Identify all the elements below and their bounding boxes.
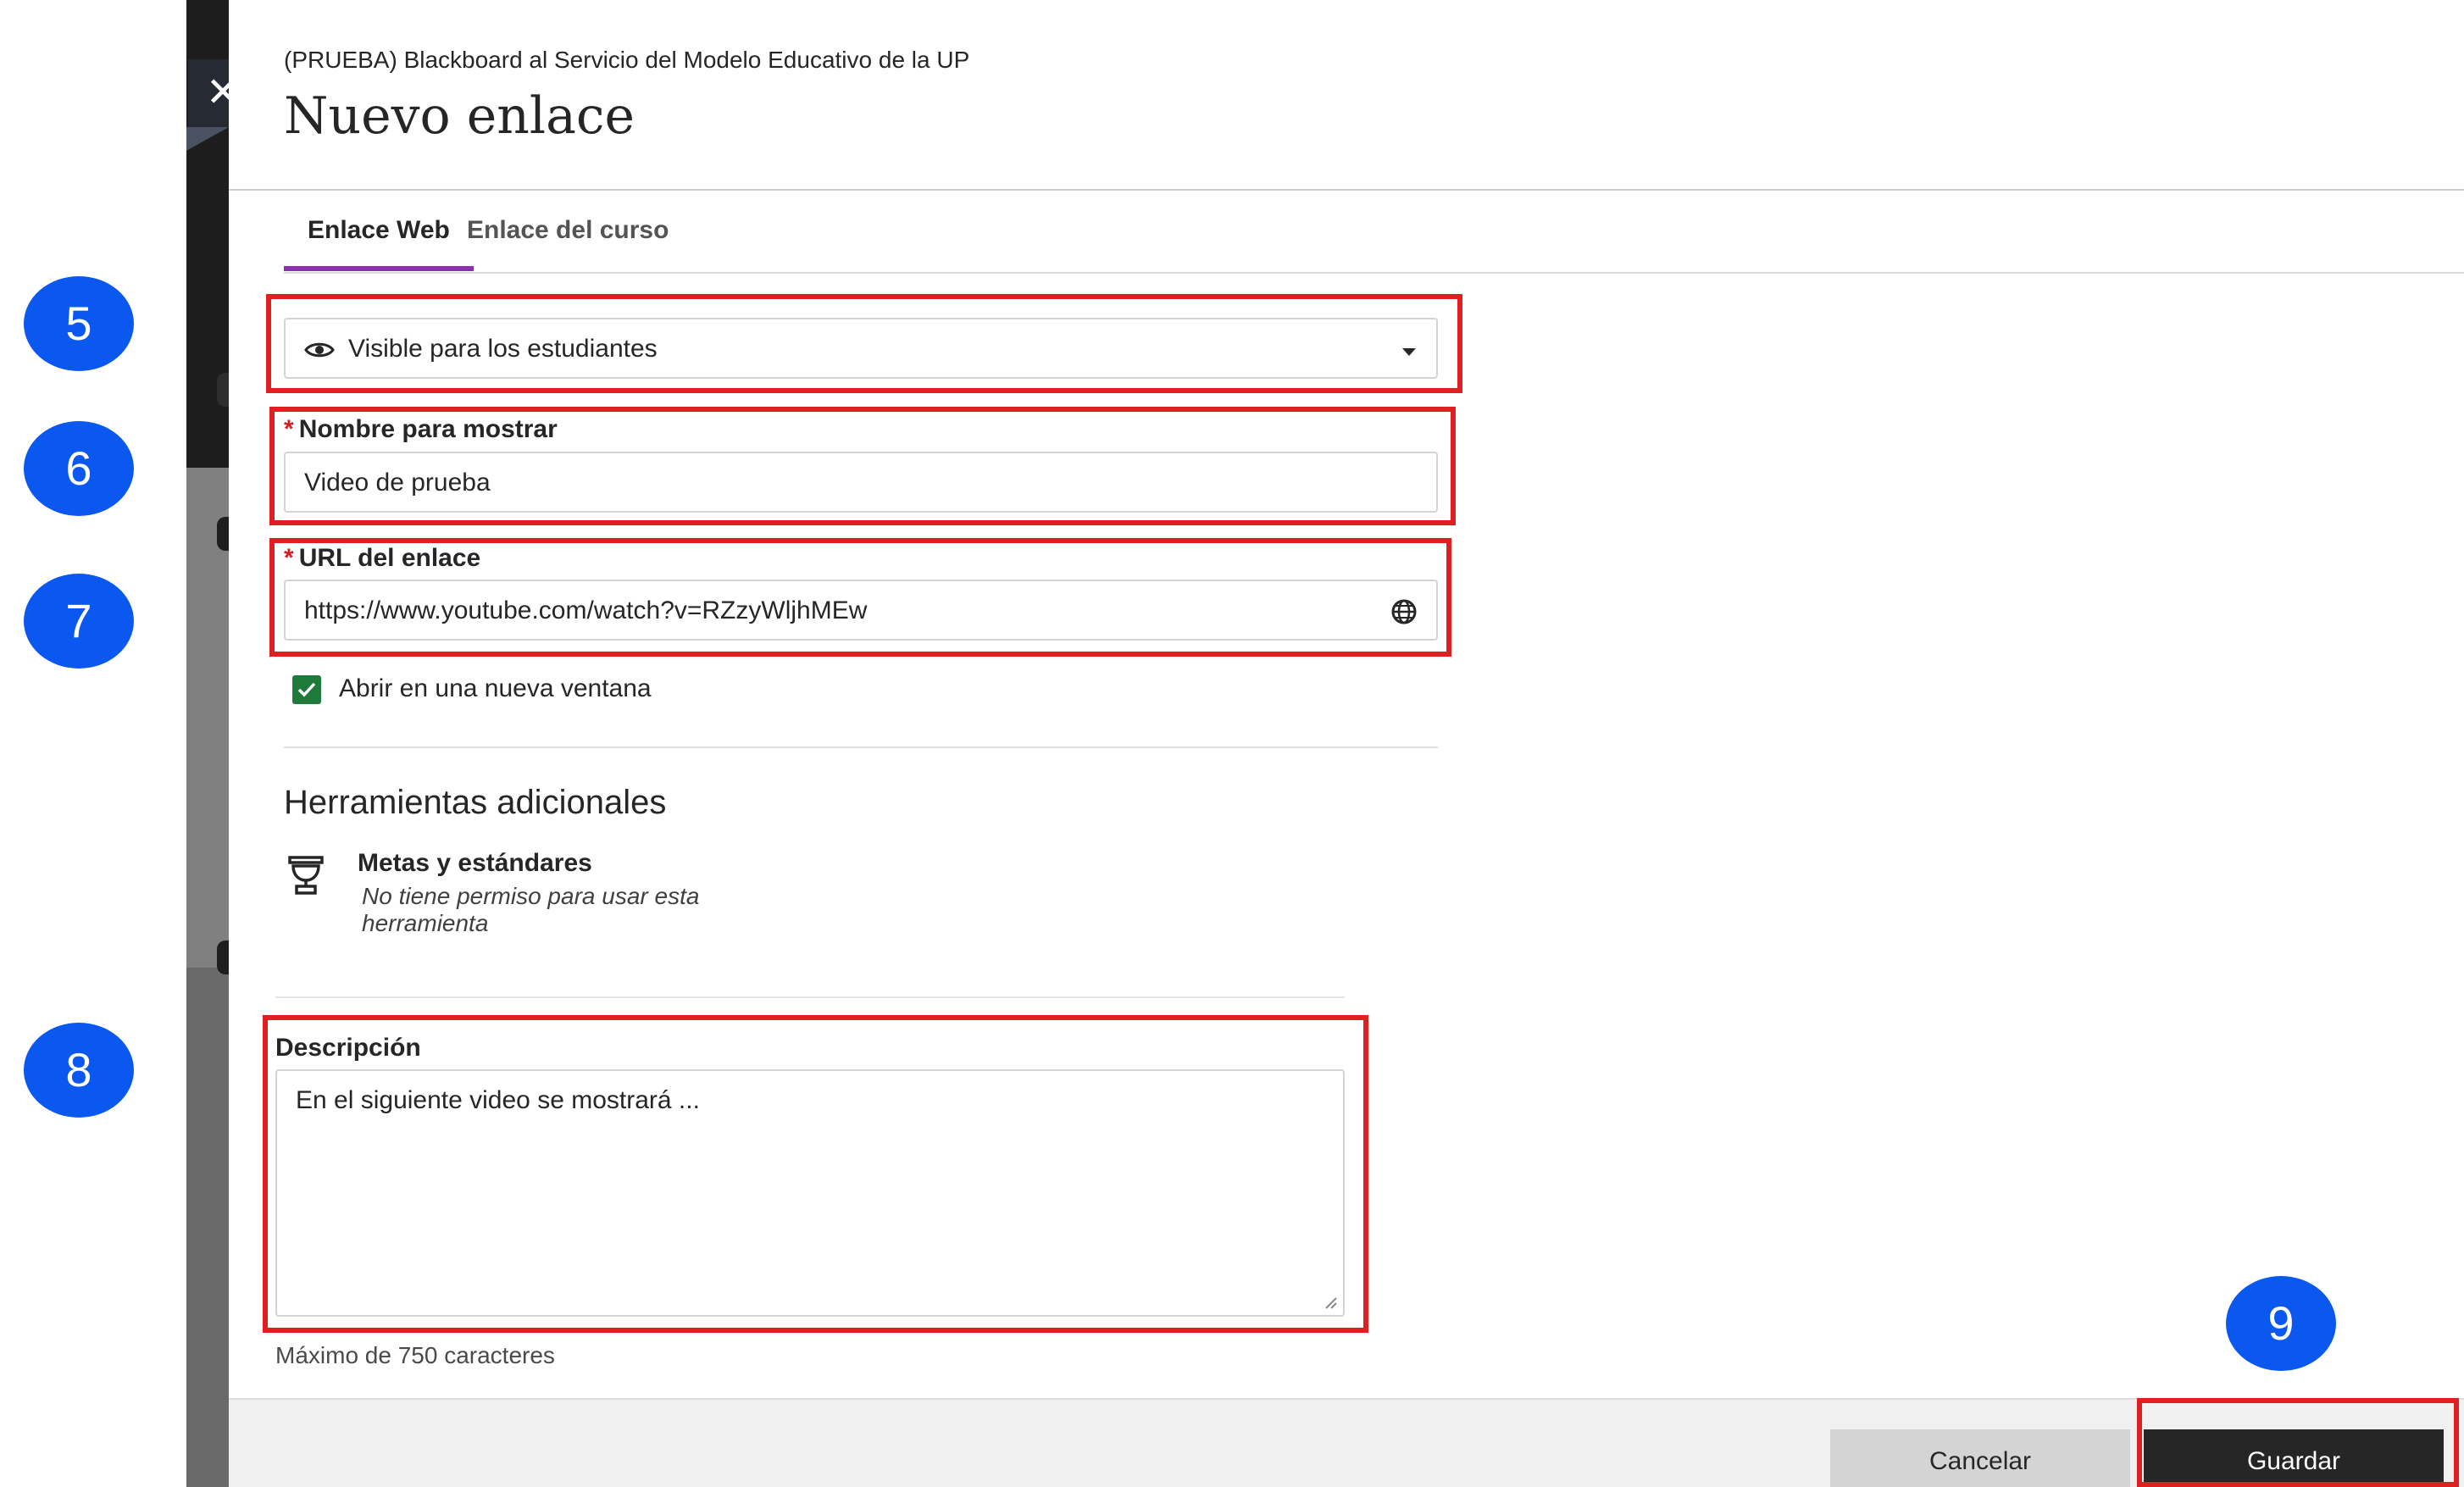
max-characters-hint: Máximo de 750 caracteres [275,1342,555,1368]
course-name: (PRUEBA) Blackboard al Servicio del Mode… [284,47,970,73]
goals-standards-title: Metas y estándares [358,849,592,877]
description-label: Descripción [275,1034,421,1062]
link-url-label: * URL del enlace [284,544,481,572]
save-button[interactable]: Guardar [2144,1429,2444,1487]
goals-standards-note: No tiene permiso para usar esta herramie… [362,883,700,936]
open-new-window-label: Abrir en una nueva ventana [339,674,652,702]
cancel-button[interactable]: Cancelar [1830,1429,2130,1487]
new-link-panel: (PRUEBA) Blackboard al Servicio del Mode… [229,0,2464,1487]
required-mark: * [284,544,294,572]
eye-icon [304,342,335,358]
tab-course-link[interactable]: Enlace del curso [467,212,669,271]
open-new-window-checkbox[interactable] [292,675,321,704]
tab-web-link[interactable]: Enlace Web [284,212,474,271]
display-name-value: Video de prueba [304,469,491,497]
callout-5: 5 [24,276,134,371]
header-divider [229,189,2464,191]
visibility-select[interactable]: Visible para los estudiantes [284,318,1438,379]
callout-6: 6 [24,421,134,516]
callout-8: 8 [24,1023,134,1118]
resize-handle-icon[interactable] [1323,1295,1338,1310]
tabs-divider [284,272,2464,274]
visibility-value: Visible para los estudiantes [348,335,658,363]
checkmark-icon [297,682,316,697]
section-divider [284,746,1438,748]
description-divider [275,996,1345,998]
panel-footer: Cancelar Guardar [229,1398,2464,1487]
link-url-field[interactable]: https://www.youtube.com/watch?v=RZzyWljh… [284,580,1438,641]
globe-icon [1391,599,1417,624]
chevron-down-icon [1402,348,1416,356]
callout-9: 9 [2226,1276,2336,1371]
required-mark: * [284,415,294,443]
description-value: En el siguiente video se mostrará ... [296,1086,700,1114]
description-textarea[interactable]: En el siguiente video se mostrará ... [275,1069,1345,1317]
page-title: Nuevo enlace [284,86,635,146]
trophy-icon [288,856,324,895]
additional-tools-title: Herramientas adicionales [284,784,667,821]
callout-7: 7 [24,574,134,669]
link-url-value: https://www.youtube.com/watch?v=RZzyWljh… [304,596,868,624]
display-name-label: * Nombre para mostrar [284,415,558,443]
display-name-field[interactable]: Video de prueba [284,452,1438,513]
background-page [186,0,229,1487]
